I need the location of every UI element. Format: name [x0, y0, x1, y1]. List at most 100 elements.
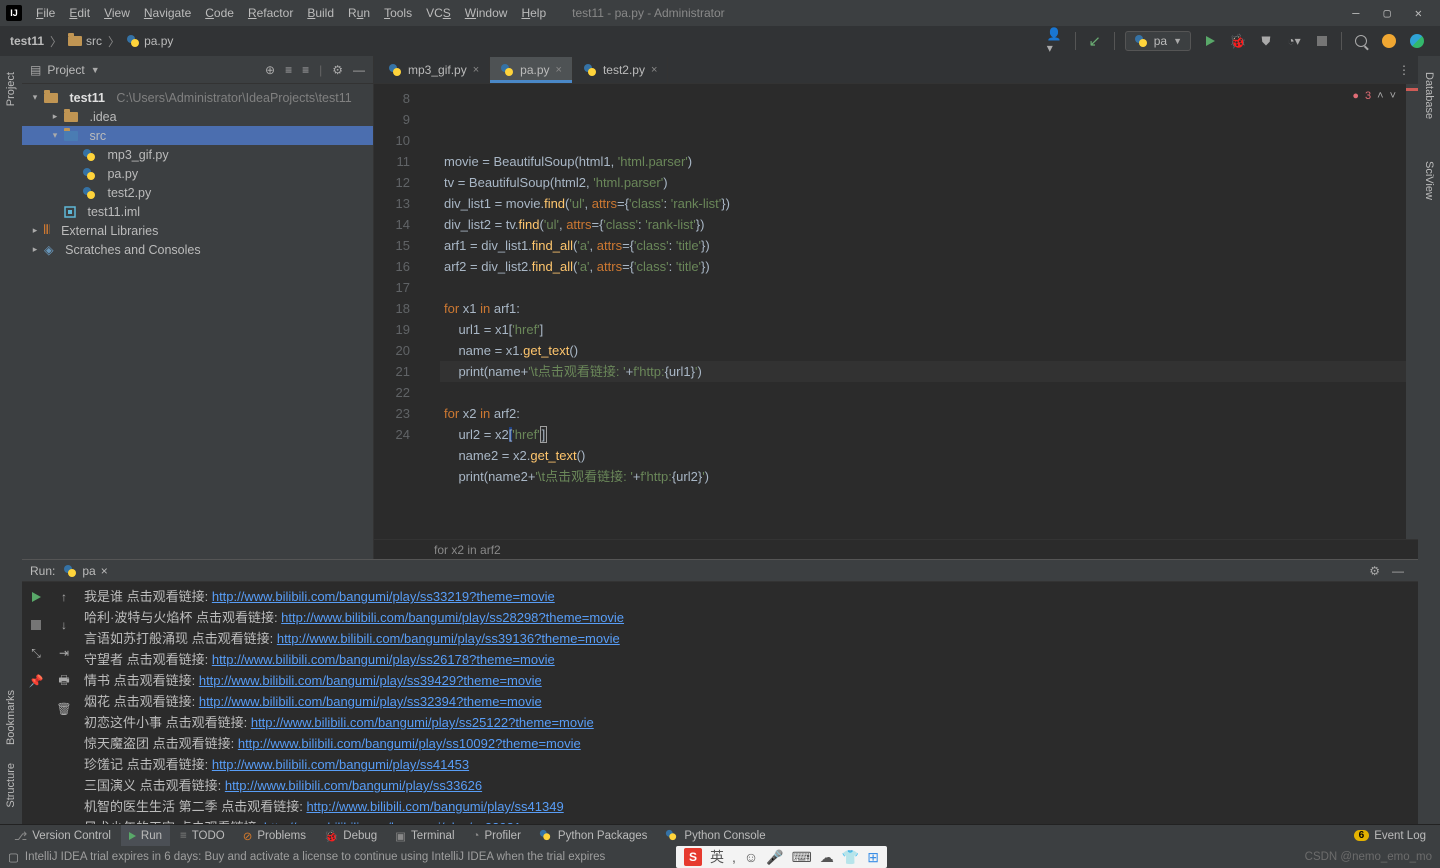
console-output[interactable]: 我是谁 点击观看链接: http://www.bilibili.com/bang… [78, 582, 1418, 824]
inspection-up-icon[interactable]: ˄ [1377, 86, 1383, 107]
close-icon[interactable]: × [651, 64, 657, 76]
scratch-icon: ◈ [44, 242, 54, 257]
bookmarks-tool-button[interactable]: Bookmarks [3, 684, 19, 751]
navigation-bar: test11 〉 src 〉 pa.py 👤▾ ↙ pa ▼ 🐞 ⛊ ◔▾ [0, 26, 1440, 56]
window-maximize[interactable]: ▢ [1384, 6, 1391, 20]
right-tool-strip: Database SciView [1418, 56, 1440, 824]
run-configuration-selector[interactable]: pa ▼ [1125, 31, 1191, 51]
select-opened-file-icon[interactable]: ⊕ [265, 63, 275, 77]
ime-indicator[interactable]: S 英 ,☺🎤⌨☁👕⊞ [676, 846, 887, 868]
project-tool-window: ▤ Project ▼ ⊕ ≡ ≡ | ⚙ — ▾ test11 [22, 56, 374, 559]
coverage-button[interactable]: ⛊ [1257, 32, 1275, 50]
menu-edit[interactable]: Edit [63, 4, 96, 22]
menu-help[interactable]: Help [515, 4, 552, 22]
window-close[interactable]: ✕ [1415, 6, 1422, 20]
project-tool-button[interactable]: Project [3, 66, 19, 112]
window-minimize[interactable]: — [1352, 6, 1359, 20]
tab-profiler[interactable]: ◔Profiler [465, 825, 529, 846]
breadcrumb-context: for x2 in arf2 [374, 539, 1418, 559]
expand-all-icon[interactable]: ≡ [285, 63, 292, 77]
close-icon[interactable]: × [556, 64, 562, 76]
editor-tab-mp3_gif-py[interactable]: mp3_gif.py× [378, 57, 490, 83]
editor-gutter[interactable]: 89101112131415161718192021222324 [374, 84, 426, 539]
ide-feature-icon[interactable] [1408, 32, 1426, 50]
editor-tab-test2-py[interactable]: test2.py× [573, 57, 668, 83]
clear-icon[interactable]: 🗑 [55, 700, 73, 718]
run-hide-icon[interactable]: — [1392, 564, 1404, 578]
settings-gear-icon[interactable]: ⚙ [332, 63, 343, 77]
menubar: IJ File Edit View Navigate Code Refactor… [0, 0, 1440, 26]
editor-tabs: mp3_gif.py×pa.py×test2.py× ⋮ [374, 56, 1418, 84]
menu-refactor[interactable]: Refactor [242, 4, 299, 22]
search-everywhere-icon[interactable] [1352, 32, 1370, 50]
sciview-tool-button[interactable]: SciView [1421, 155, 1437, 206]
menu-run[interactable]: Run [342, 4, 376, 22]
stop-button[interactable] [1313, 32, 1331, 50]
menu-vcs[interactable]: VCS [420, 4, 457, 22]
collapse-all-icon[interactable]: ≡ [302, 63, 309, 77]
editor-tabs-more-icon[interactable]: ⋮ [1398, 63, 1418, 77]
tab-python-console[interactable]: Python Console [657, 825, 773, 846]
run-tool-window: Run: pa × ⚙ — ⤡ 📌 [22, 559, 1418, 824]
code-content[interactable]: ● 3 ˄ ˅ movie = BeautifulSoup(html1, 'ht… [440, 84, 1406, 539]
run-button[interactable] [1201, 32, 1219, 50]
breadcrumb[interactable]: test11 〉 src 〉 pa.py [10, 33, 173, 50]
close-tab-icon[interactable]: × [101, 564, 108, 578]
structure-tool-button[interactable]: Structure [3, 757, 19, 814]
menu-tools[interactable]: Tools [378, 4, 418, 22]
python-icon [1134, 34, 1148, 48]
layout-icon[interactable]: ⤡ [27, 644, 45, 662]
project-view-label[interactable]: Project [47, 63, 84, 77]
editor-tab-pa-py[interactable]: pa.py× [490, 57, 573, 83]
menu-build[interactable]: Build [301, 4, 340, 22]
inspection-down-icon[interactable]: ˅ [1390, 86, 1396, 107]
project-tree[interactable]: ▾ test11 C:\Users\Administrator\IdeaProj… [22, 84, 373, 559]
chevron-down-icon[interactable]: ▼ [91, 65, 100, 75]
up-icon[interactable]: ↑ [55, 588, 73, 606]
status-message: IntelliJ IDEA trial expires in 6 days: B… [25, 851, 605, 863]
menu-code[interactable]: Code [199, 4, 240, 22]
tab-problems[interactable]: ⊘Problems [235, 825, 314, 846]
tab-run[interactable]: Run [121, 825, 170, 846]
tab-debug[interactable]: 🐞Debug [316, 825, 385, 846]
database-tool-button[interactable]: Database [1421, 66, 1437, 125]
hide-tool-window-icon[interactable]: — [353, 63, 365, 77]
build-icon[interactable]: ↙ [1086, 32, 1104, 50]
menu-window[interactable]: Window [459, 4, 514, 22]
run-toolbar-left2: ↑ ↓ ⇥ 🖶 🗑 [50, 582, 78, 824]
debug-button[interactable]: 🐞 [1229, 32, 1247, 50]
run-config-tab[interactable]: pa × [55, 564, 115, 578]
tab-todo[interactable]: ≡TODO [172, 825, 233, 846]
tab-terminal[interactable]: ▣Terminal [387, 825, 462, 846]
down-icon[interactable]: ↓ [55, 616, 73, 634]
pin-icon[interactable]: 📌 [27, 672, 45, 690]
app-icon: IJ [6, 5, 22, 21]
tab-version-control[interactable]: ⎇Version Control [6, 825, 119, 846]
fold-column[interactable] [426, 84, 440, 539]
python-file-icon [126, 34, 140, 48]
chevron-down-icon: ▼ [1173, 36, 1182, 46]
error-stripe[interactable] [1406, 84, 1418, 539]
close-icon[interactable]: × [473, 64, 479, 76]
ide-help-icon[interactable] [1380, 32, 1398, 50]
add-user-icon[interactable]: 👤▾ [1047, 32, 1065, 50]
status-bar: ▢ IntelliJ IDEA trial expires in 6 days:… [0, 846, 1440, 868]
rerun-button[interactable] [27, 588, 45, 606]
print-icon[interactable]: 🖶 [55, 672, 73, 690]
stop-button[interactable] [27, 616, 45, 634]
run-settings-gear-icon[interactable]: ⚙ [1369, 564, 1380, 578]
library-icon: 𝄃𝄃 [44, 223, 50, 238]
inspection-widget[interactable]: ● 3 ˄ ˅ [1352, 86, 1406, 107]
soft-wrap-icon[interactable]: ⇥ [55, 644, 73, 662]
tab-python-packages[interactable]: Python Packages [531, 825, 656, 846]
run-label: Run: [30, 564, 55, 578]
tab-event-log[interactable]: 6Event Log [1346, 825, 1434, 846]
editor: mp3_gif.py×pa.py×test2.py× ⋮ 89101112131… [374, 56, 1418, 559]
menu-view[interactable]: View [98, 4, 136, 22]
menu-file[interactable]: File [30, 4, 61, 22]
status-icon[interactable]: ▢ [8, 850, 19, 864]
menu-navigate[interactable]: Navigate [138, 4, 197, 22]
profile-button[interactable]: ◔▾ [1285, 32, 1303, 50]
iml-file-icon [64, 206, 76, 218]
left-tool-strip: Project Bookmarks Structure [0, 56, 22, 824]
